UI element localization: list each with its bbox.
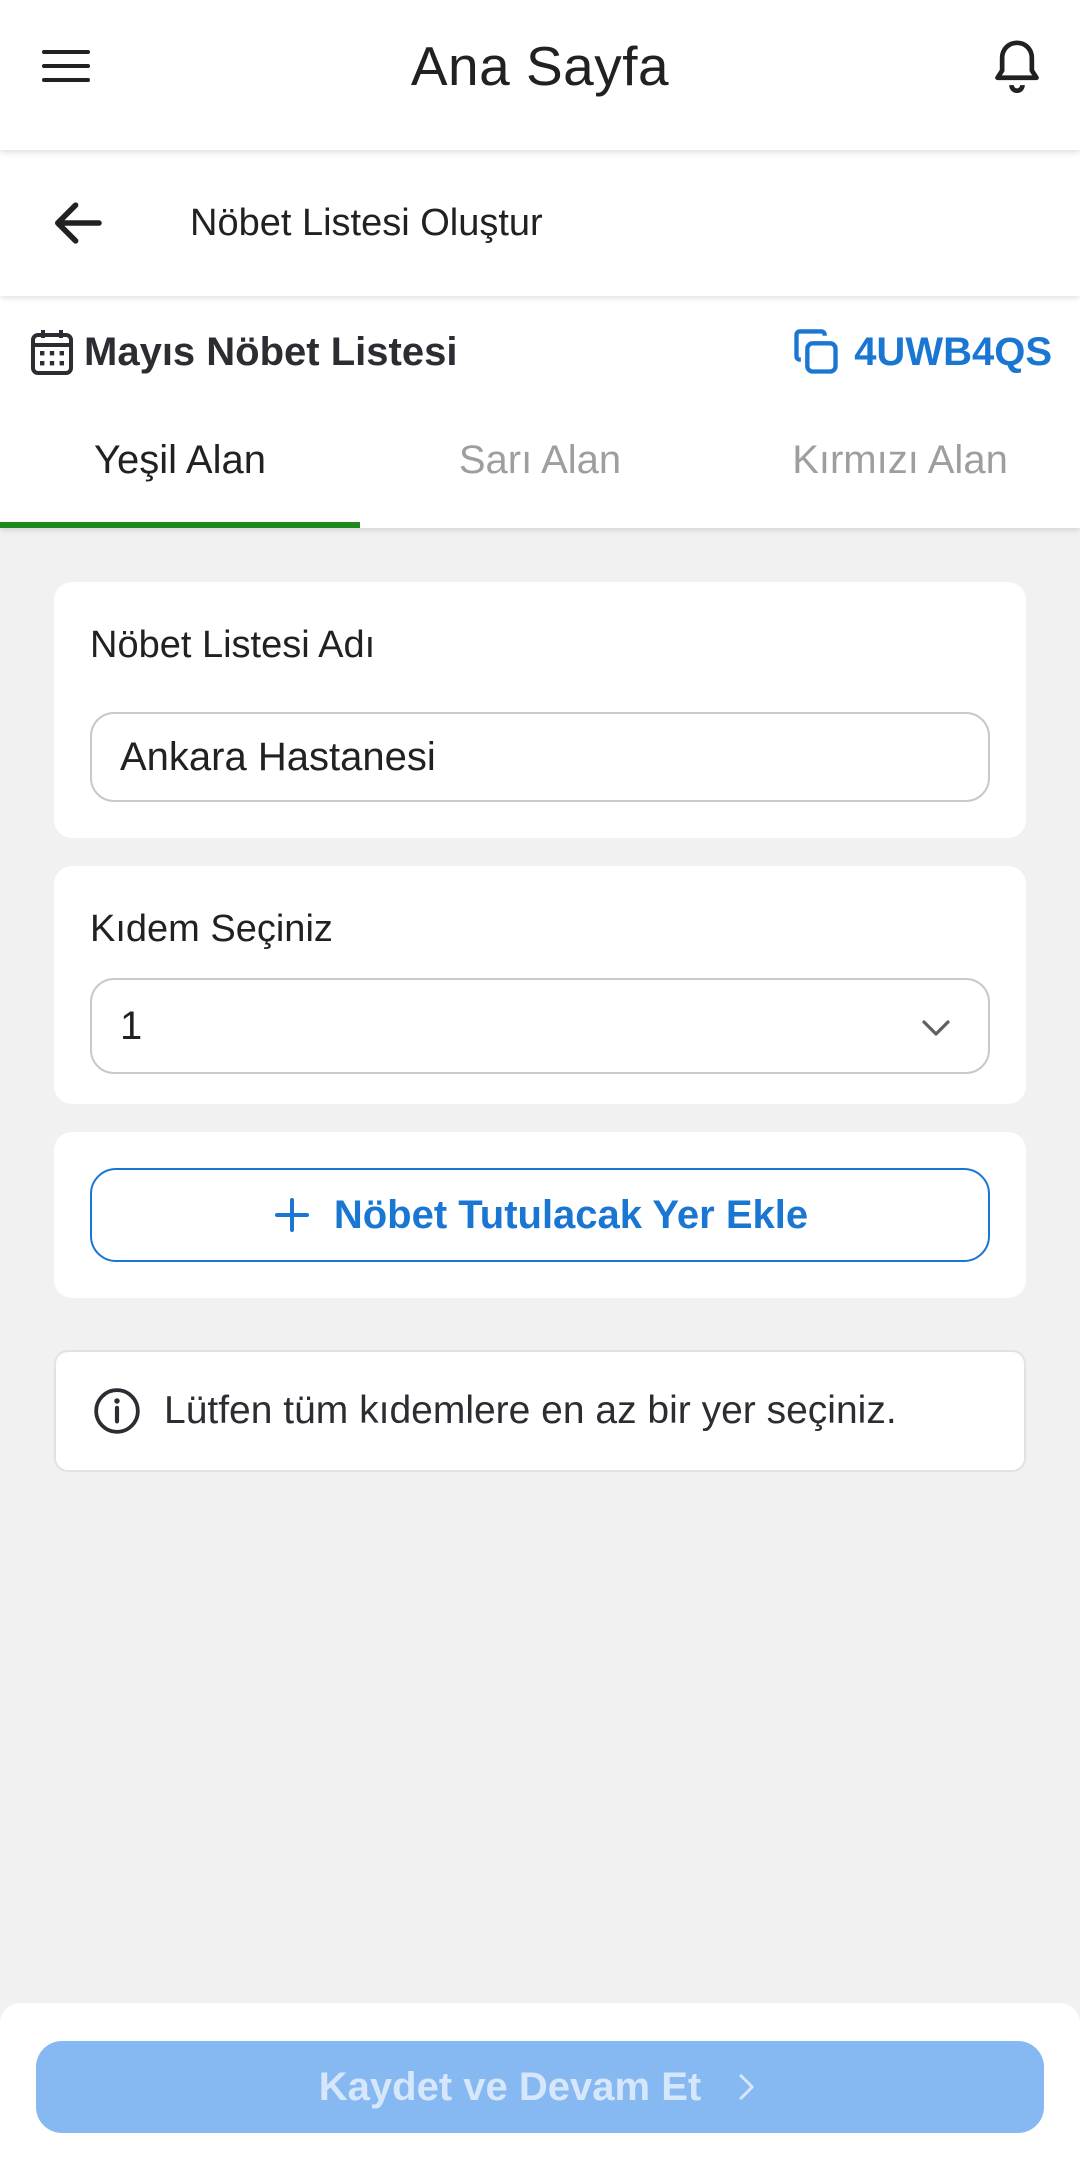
page-title: Ana Sayfa [410, 35, 670, 97]
arrow-left-icon[interactable] [44, 190, 110, 256]
tab-yesil-alan[interactable]: Yeşil Alan [0, 428, 360, 528]
bell-icon[interactable] [984, 34, 1050, 100]
info-icon [94, 1388, 140, 1434]
add-place-label: Nöbet Tutulacak Yer Ekle [333, 1192, 809, 1237]
kidem-select[interactable]: 1 [90, 978, 990, 1074]
sub-header: Nöbet Listesi Oluştur [0, 150, 1080, 296]
kidem-label: Kıdem Seçiniz [90, 908, 333, 950]
chevron-down-icon [922, 1020, 950, 1036]
save-continue-button[interactable]: Kaydet ve Devam Et [36, 2041, 1044, 2133]
copy-code-button[interactable]: 4UWB4QS [790, 326, 1052, 378]
list-name-label: Nöbet Listesi Adı [90, 624, 376, 666]
calendar-icon [31, 330, 73, 375]
copy-icon [794, 329, 838, 374]
tab-sari-alan[interactable]: Sarı Alan [360, 428, 720, 528]
list-code: 4UWB4QS [854, 329, 1052, 374]
chevron-right-icon [739, 2074, 754, 2100]
sub-title: Nöbet Listesi Oluştur [190, 202, 543, 244]
app-header: Ana Sayfa [0, 0, 1080, 150]
info-message: Lütfen tüm kıdemlere en az bir yer seçin… [54, 1350, 1026, 1472]
list-name-card: Nöbet Listesi Adı [54, 582, 1026, 838]
list-name: Mayıs Nöbet Listesi [30, 328, 457, 376]
kidem-card: Kıdem Seçiniz 1 [54, 866, 1026, 1104]
footer: Kaydet ve Devam Et [0, 2003, 1080, 2167]
list-bar: Mayıs Nöbet Listesi 4UWB4QS Yeşil Alan S… [0, 296, 1080, 528]
save-continue-label: Kaydet ve Devam Et [318, 2064, 702, 2109]
list-name-input[interactable] [90, 712, 990, 802]
kidem-select-value: 1 [120, 1004, 143, 1048]
tab-kirmizi-alan[interactable]: Kırmızı Alan [720, 428, 1080, 528]
info-message-text: Lütfen tüm kıdemlere en az bir yer seçin… [164, 1389, 897, 1432]
add-place-card: Nöbet Tutulacak Yer Ekle [54, 1132, 1026, 1298]
plus-icon [274, 1198, 309, 1232]
add-place-button[interactable]: Nöbet Tutulacak Yer Ekle [90, 1168, 990, 1262]
tab-bar: Yeşil Alan Sarı Alan Kırmızı Alan [0, 428, 1080, 528]
list-name-text: Mayıs Nöbet Listesi [84, 329, 458, 374]
